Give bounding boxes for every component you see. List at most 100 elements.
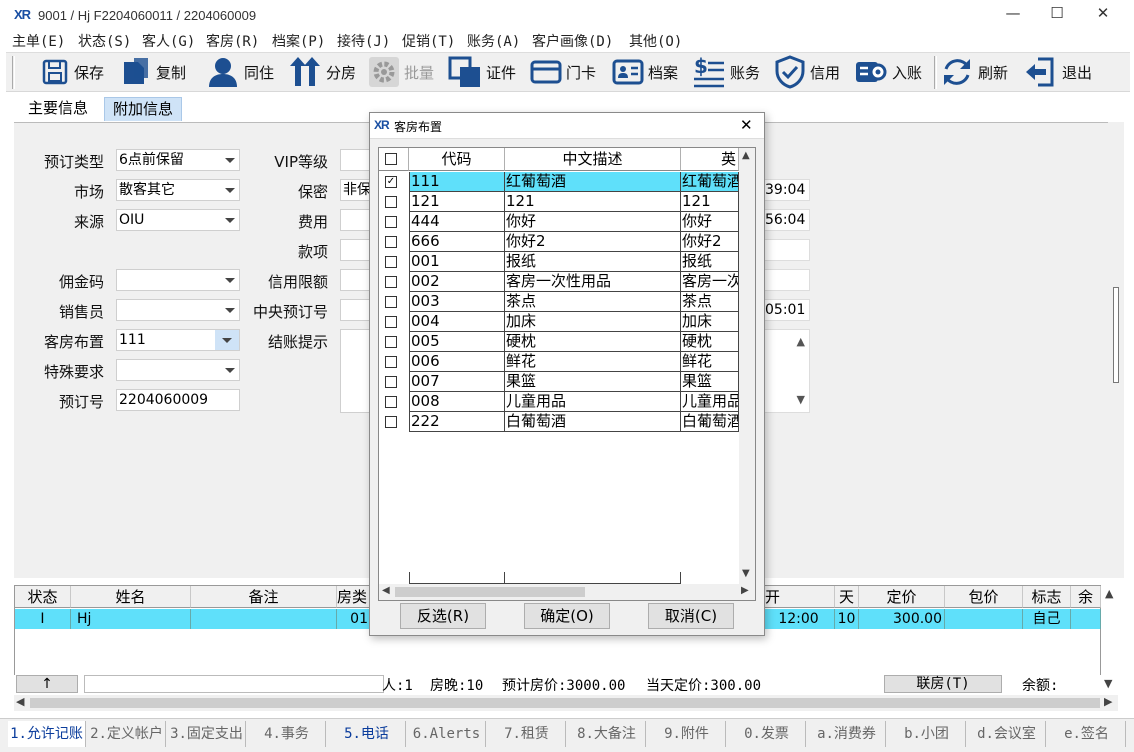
list-header-en[interactable]: 英 [681, 148, 739, 171]
guest-row-flag[interactable]: 自己 [1023, 609, 1071, 629]
list-item[interactable]: 003 茶点 茶点 [379, 292, 739, 312]
refresh-button[interactable]: 刷新 [940, 55, 1008, 89]
grid-header[interactable]: 状态 [15, 586, 71, 608]
item-checkbox[interactable] [385, 336, 397, 348]
list-item[interactable]: 222 白葡萄酒 白葡萄酒 [379, 412, 739, 432]
tab-fixed-charge[interactable]: 3.固定支出 [168, 721, 246, 747]
memo-field-right[interactable]: ▲ ▼ [762, 329, 810, 413]
dialog-close-button[interactable]: ✕ [740, 116, 753, 134]
menu-main[interactable]: 主单(E) [12, 31, 65, 51]
list-item[interactable]: 666 你好2 你好2 [379, 232, 739, 252]
grid-header[interactable]: 包价 [945, 586, 1023, 608]
exit-button[interactable]: 退出 [1024, 55, 1092, 89]
guest-row-package[interactable] [945, 609, 1023, 629]
scroll-right-icon[interactable]: ▶ [1104, 695, 1112, 708]
booking-no-field[interactable]: 2204060009 [116, 389, 240, 411]
list-item[interactable]: 005 硬枕 硬枕 [379, 332, 739, 352]
list-vscrollbar[interactable]: ▲ ▼ [739, 148, 755, 584]
profile-button[interactable]: 档案 [612, 55, 678, 89]
list-item[interactable]: 444 你好 你好 [379, 212, 739, 232]
grid-header[interactable]: 余 [1071, 586, 1101, 608]
menu-other[interactable]: 其他(O) [629, 31, 682, 51]
scroll-down-icon[interactable]: ▼ [742, 568, 750, 579]
list-item[interactable]: 007 果篮 果篮 [379, 372, 739, 392]
grid-header[interactable]: 定价 [859, 586, 945, 608]
list-item[interactable]: 002 客房一次性用品 客房一次 [379, 272, 739, 292]
close-button[interactable]: ✕ [1080, 4, 1126, 26]
list-item[interactable]: 004 加床 加床 [379, 312, 739, 332]
batch-button[interactable]: 批量 [368, 55, 434, 89]
menu-reception[interactable]: 接待(J) [337, 31, 390, 51]
list-item[interactable]: 006 鲜花 鲜花 [379, 352, 739, 372]
item-checkbox[interactable] [385, 296, 397, 308]
save-button[interactable]: 保存 [40, 55, 104, 89]
grid-hscrollbar[interactable]: ◀ ▶ [14, 695, 1118, 711]
cancel-button[interactable]: 取消(C) [648, 603, 734, 629]
grid-header[interactable]: 房类 [337, 586, 371, 608]
salesperson-select[interactable] [116, 299, 240, 321]
market-select[interactable]: 散客其它 [116, 179, 240, 201]
accounts-button[interactable]: $ 账务 [692, 55, 760, 89]
share-room-button[interactable]: 同住 [206, 55, 274, 89]
ok-button[interactable]: 确定(O) [524, 603, 610, 629]
list-item[interactable]: 001 报纸 报纸 [379, 252, 739, 272]
item-checkbox[interactable]: ✓ [385, 176, 397, 188]
commission-select[interactable] [116, 269, 240, 291]
menu-customer-profile[interactable]: 客户画像(D) [532, 31, 613, 51]
tab-attachments[interactable]: 9.附件 [648, 721, 726, 747]
grid-header[interactable]: 标志 [1023, 586, 1071, 608]
item-checkbox[interactable] [385, 256, 397, 268]
source-select[interactable]: OIU [116, 209, 240, 231]
item-checkbox[interactable] [385, 416, 397, 428]
post-button[interactable]: 入账 [854, 55, 922, 89]
grid-header[interactable]: 备注 [191, 586, 337, 608]
minimize-button[interactable]: — [990, 4, 1036, 26]
tab-affairs[interactable]: 4.事务 [248, 721, 326, 747]
grid-scroll-down-icon[interactable]: ▼ [1104, 677, 1112, 690]
guest-row-time[interactable]: 12:00 [763, 609, 835, 629]
credit-button[interactable]: 信用 [774, 55, 840, 89]
copy-button[interactable]: 复制 [120, 55, 186, 89]
item-checkbox[interactable] [385, 376, 397, 388]
tab-meeting-room[interactable]: d.会议室 [968, 721, 1046, 747]
scroll-up-icon[interactable]: ▲ [742, 150, 750, 161]
list-item[interactable]: 008 儿童用品 儿童用品 [379, 392, 739, 412]
panel-scrollbar[interactable] [1108, 122, 1124, 578]
special-request-select[interactable] [116, 359, 240, 381]
guest-row-price[interactable]: 300.00 [859, 609, 945, 629]
menu-accounting[interactable]: 账务(A) [467, 31, 520, 51]
scroll-left-icon[interactable]: ◀ [382, 585, 390, 596]
guest-row-status[interactable]: I [15, 609, 71, 629]
maximize-button[interactable]: ☐ [1034, 4, 1080, 26]
tab-main-info[interactable]: 主要信息 [20, 97, 96, 121]
link-room-button[interactable]: 联房(T) [884, 675, 1002, 693]
scroll-up-icon[interactable]: ▲ [797, 332, 805, 352]
list-header-code[interactable]: 代码 [409, 148, 505, 171]
tab-rental[interactable]: 7.租赁 [488, 721, 566, 747]
door-card-button[interactable]: 门卡 [530, 55, 596, 89]
tab-alerts[interactable]: 6.Alerts [408, 721, 486, 747]
grid-scroll-up-icon[interactable]: ▲ [1105, 587, 1113, 600]
item-checkbox[interactable] [385, 356, 397, 368]
grid-header[interactable]: 天 [835, 586, 859, 608]
guest-row-roomtype[interactable]: 01 [337, 609, 371, 629]
scrollbar-thumb[interactable] [395, 587, 585, 597]
guest-row-name[interactable]: Hj [71, 609, 191, 629]
grid-header[interactable]: 开 [763, 586, 835, 608]
scroll-right-icon[interactable]: ▶ [741, 585, 749, 596]
tab-coupon[interactable]: a.消费券 [808, 721, 886, 747]
scrollbar-thumb[interactable] [30, 698, 1100, 708]
scroll-down-icon[interactable]: ▼ [797, 390, 805, 410]
tab-big-note[interactable]: 8.大备注 [568, 721, 646, 747]
tab-allow-charge[interactable]: 1.允许记账 [8, 721, 86, 747]
list-item[interactable]: ✓ 111 红葡萄酒 红葡萄酒 [379, 172, 739, 192]
dropdown-button[interactable] [215, 330, 239, 350]
menu-status[interactable]: 状态(S) [78, 31, 131, 51]
item-checkbox[interactable] [385, 236, 397, 248]
guest-row-days[interactable]: 10 [835, 609, 859, 629]
id-doc-button[interactable]: 证件 [448, 55, 516, 89]
select-all-checkbox[interactable] [385, 153, 397, 165]
invert-selection-button[interactable]: 反选(R) [400, 603, 486, 629]
item-checkbox[interactable] [385, 316, 397, 328]
menu-profile[interactable]: 档案(P) [272, 31, 325, 51]
